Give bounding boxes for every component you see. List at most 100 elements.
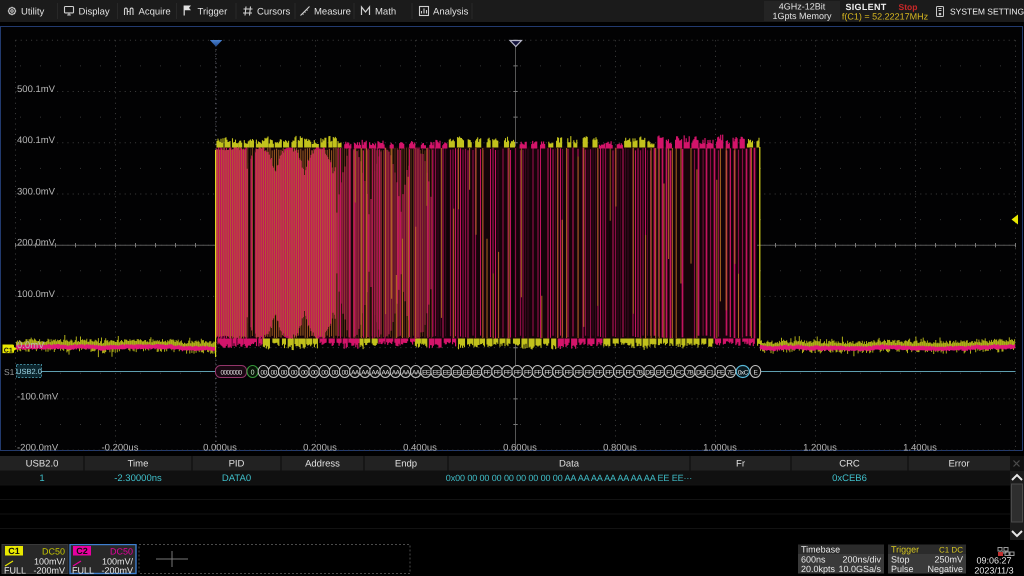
svg-text:AA: AA bbox=[382, 369, 391, 376]
svg-text:-2.30000ns: -2.30000ns bbox=[114, 473, 162, 484]
svg-text:USB2.0: USB2.0 bbox=[16, 367, 42, 376]
svg-text:AA: AA bbox=[412, 369, 421, 376]
svg-text:Time: Time bbox=[128, 459, 149, 470]
svg-text:EE: EE bbox=[422, 369, 431, 376]
svg-text:1.400us: 1.400us bbox=[903, 443, 937, 454]
svg-text:500.1mV: 500.1mV bbox=[17, 84, 56, 95]
svg-text:00: 00 bbox=[332, 369, 339, 376]
svg-text:FF: FF bbox=[575, 369, 582, 376]
svg-text:0000000: 0000000 bbox=[220, 369, 242, 376]
svg-text:FF: FF bbox=[615, 369, 622, 376]
svg-text:C2: C2 bbox=[76, 546, 88, 556]
svg-text:FF: FF bbox=[565, 369, 572, 376]
svg-text:FF: FF bbox=[483, 369, 490, 376]
svg-text:EE: EE bbox=[463, 369, 472, 376]
svg-text:00: 00 bbox=[291, 369, 298, 376]
svg-text:0xCEB6: 0xCEB6 bbox=[832, 473, 867, 484]
svg-text:-200mV: -200mV bbox=[101, 566, 133, 576]
svg-text:00: 00 bbox=[311, 369, 318, 376]
svg-text:S1: S1 bbox=[4, 367, 15, 377]
svg-text:Fr: Fr bbox=[736, 459, 745, 470]
svg-text:FF: FF bbox=[555, 369, 562, 376]
svg-text:-200mV: -200mV bbox=[33, 566, 65, 576]
svg-text:PID: PID bbox=[229, 459, 245, 470]
svg-text:20.0kpts: 20.0kpts bbox=[801, 564, 836, 574]
svg-text:10.0GSa/s: 10.0GSa/s bbox=[838, 564, 881, 574]
svg-text:DE: DE bbox=[645, 369, 654, 376]
svg-text:FE: FE bbox=[717, 369, 725, 376]
svg-text:Endp: Endp bbox=[395, 459, 417, 470]
svg-text:0x00 00 00 00 00 00 00 00 00 A: 0x00 00 00 00 00 00 00 00 00 AA AA AA AA… bbox=[446, 473, 692, 483]
svg-text:0.200us: 0.200us bbox=[303, 443, 337, 454]
svg-text:0.600us: 0.600us bbox=[503, 443, 537, 454]
svg-text:F1: F1 bbox=[707, 369, 714, 376]
svg-text:7B: 7B bbox=[686, 369, 693, 376]
svg-text:CRC: CRC bbox=[839, 459, 860, 470]
svg-text:00: 00 bbox=[301, 369, 308, 376]
svg-text:DE: DE bbox=[696, 369, 705, 376]
svg-text:F1: F1 bbox=[666, 369, 673, 376]
svg-text:Pulse: Pulse bbox=[891, 564, 914, 574]
svg-text:-100.0mV: -100.0mV bbox=[17, 391, 59, 402]
svg-text:0xC: 0xC bbox=[738, 369, 749, 376]
svg-text:Address: Address bbox=[305, 459, 340, 470]
svg-text:1.000us: 1.000us bbox=[703, 443, 737, 454]
svg-text:FF: FF bbox=[544, 369, 551, 376]
svg-text:-0.200us: -0.200us bbox=[102, 443, 139, 454]
svg-text:AA: AA bbox=[402, 369, 411, 376]
svg-text:0.000us: 0.000us bbox=[203, 443, 237, 454]
svg-text:FF: FF bbox=[534, 369, 541, 376]
svg-text:300.0mV: 300.0mV bbox=[17, 187, 56, 198]
svg-text:FF: FF bbox=[494, 369, 501, 376]
svg-text:100.0mV: 100.0mV bbox=[17, 289, 56, 300]
svg-text:1.200us: 1.200us bbox=[803, 443, 837, 454]
svg-text:FF: FF bbox=[595, 369, 602, 376]
svg-text:EE: EE bbox=[473, 369, 482, 376]
svg-text:C1 DC: C1 DC bbox=[939, 546, 963, 555]
svg-text:00: 00 bbox=[260, 369, 267, 376]
svg-text:DATA0: DATA0 bbox=[222, 473, 251, 484]
svg-text:1: 1 bbox=[39, 473, 44, 484]
svg-text:0.800us: 0.800us bbox=[603, 443, 637, 454]
svg-text:FF: FF bbox=[524, 369, 531, 376]
svg-text:AA: AA bbox=[392, 369, 401, 376]
svg-text:FC: FC bbox=[676, 369, 684, 376]
svg-text:FULL: FULL bbox=[4, 566, 26, 576]
svg-text:C1: C1 bbox=[4, 348, 13, 355]
svg-text:Data: Data bbox=[559, 459, 580, 470]
svg-text:600ns: 600ns bbox=[801, 555, 826, 565]
svg-text:00: 00 bbox=[271, 369, 278, 376]
svg-text:09:06:27: 09:06:27 bbox=[976, 556, 1011, 566]
svg-text:EF: EF bbox=[656, 369, 664, 376]
svg-text:00: 00 bbox=[281, 369, 288, 376]
svg-text:USB2.0: USB2.0 bbox=[26, 459, 59, 470]
svg-text:FF: FF bbox=[626, 369, 633, 376]
svg-text:0.0mV: 0.0mV bbox=[17, 340, 45, 351]
svg-text:7B: 7B bbox=[636, 369, 643, 376]
svg-text:EE: EE bbox=[453, 369, 462, 376]
svg-text:00: 00 bbox=[342, 369, 349, 376]
svg-text:00: 00 bbox=[321, 369, 328, 376]
svg-text:Stop: Stop bbox=[891, 555, 910, 565]
svg-text:0.400us: 0.400us bbox=[403, 443, 437, 454]
svg-text:EE: EE bbox=[432, 369, 441, 376]
svg-text:EE: EE bbox=[442, 369, 451, 376]
svg-text:400.1mV: 400.1mV bbox=[17, 135, 56, 146]
svg-text:FF: FF bbox=[585, 369, 592, 376]
svg-text:250mV: 250mV bbox=[934, 555, 963, 565]
svg-text:DC50: DC50 bbox=[110, 547, 133, 557]
svg-text:DC50: DC50 bbox=[42, 547, 65, 557]
svg-text:FF: FF bbox=[514, 369, 521, 376]
svg-text:Error: Error bbox=[948, 459, 969, 470]
svg-text:AA: AA bbox=[351, 369, 360, 376]
svg-text:AA: AA bbox=[371, 369, 380, 376]
svg-text:FF: FF bbox=[605, 369, 612, 376]
svg-text:C1: C1 bbox=[8, 546, 20, 556]
svg-text:FF: FF bbox=[504, 369, 511, 376]
svg-text:Timebase: Timebase bbox=[801, 545, 840, 555]
svg-text:-200.0mV: -200.0mV bbox=[17, 443, 59, 454]
svg-text:200.0mV: 200.0mV bbox=[17, 238, 56, 249]
svg-text:0: 0 bbox=[251, 370, 255, 377]
svg-text:AA: AA bbox=[361, 369, 370, 376]
svg-text:Trigger: Trigger bbox=[891, 545, 919, 555]
